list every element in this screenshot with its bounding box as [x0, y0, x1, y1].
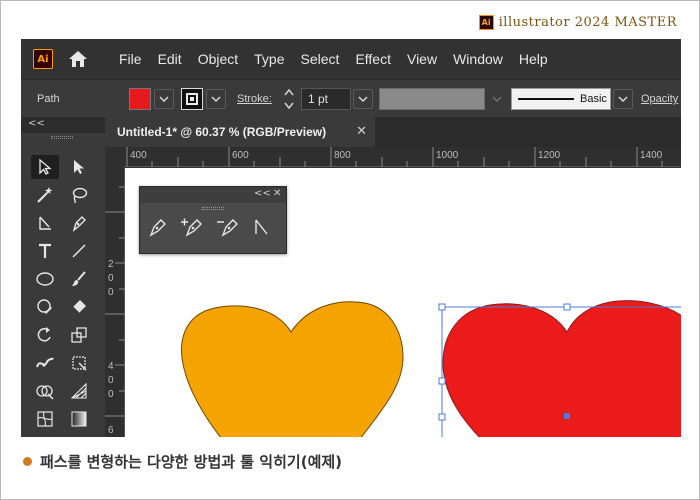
- home-icon[interactable]: [67, 48, 89, 70]
- mesh-tool-icon[interactable]: [31, 407, 59, 431]
- menu-object[interactable]: Object: [190, 51, 246, 67]
- brand-logo: Ai: [478, 15, 494, 30]
- ruler-label: 0: [108, 273, 114, 284]
- ruler-origin[interactable]: [105, 147, 125, 167]
- lasso-tool-icon[interactable]: [65, 183, 93, 207]
- fill-dropdown-chevron-icon[interactable]: [154, 89, 174, 109]
- menu-effect[interactable]: Effect: [347, 51, 399, 67]
- selection-type-label: Path: [37, 93, 60, 105]
- document-tab[interactable]: Untitled-1* @ 60.37 % (RGB/Preview) ✕: [105, 117, 375, 147]
- ruler-label: 0: [108, 287, 114, 298]
- orange-heart[interactable]: [181, 301, 404, 437]
- toolbox-header: <<: [21, 117, 105, 133]
- line-segment-tool-icon[interactable]: [65, 239, 93, 263]
- anchor-point-tool-icon[interactable]: [252, 217, 272, 241]
- ruler-label: 0: [108, 375, 114, 386]
- toolbox: <<: [21, 117, 105, 437]
- paintbrush-tool-icon[interactable]: [65, 267, 93, 291]
- toolbox-collapse-button[interactable]: <<: [28, 118, 45, 129]
- panel-grip: [202, 207, 224, 210]
- brand-header: Ai illustrator 2024 MASTER: [478, 15, 677, 30]
- variable-width-chevron-icon[interactable]: [487, 89, 507, 109]
- pen-tool-icon[interactable]: [65, 211, 93, 235]
- direct-selection-tool-icon[interactable]: [65, 155, 93, 179]
- close-tab-icon[interactable]: ✕: [356, 124, 367, 139]
- ruler-label: 6: [108, 425, 114, 436]
- stroke-stepper[interactable]: [283, 88, 297, 110]
- shaper-tool-icon[interactable]: [31, 295, 59, 319]
- brush-profile-chevron-icon[interactable]: [613, 89, 633, 109]
- free-transform-tool-icon[interactable]: [65, 351, 93, 375]
- brand-title: illustrator 2024 MASTER: [498, 15, 677, 30]
- menu-select[interactable]: Select: [293, 51, 348, 67]
- document-tab-title: Untitled-1* @ 60.37 % (RGB/Preview): [117, 125, 327, 139]
- ruler-label: 0: [108, 389, 114, 400]
- caption: 패스를 변형하는 다양한 방법과 툴 익히기(예제): [23, 451, 342, 472]
- shape-builder-tool-icon[interactable]: [31, 379, 59, 403]
- anchor-point-tool-icon[interactable]: [31, 211, 59, 235]
- panel-header[interactable]: << ✕: [140, 187, 286, 203]
- menu-file[interactable]: File: [111, 51, 150, 67]
- stroke-dropdown-chevron-icon[interactable]: [206, 89, 226, 109]
- opacity-label[interactable]: Opacity: [641, 93, 678, 105]
- menu-window[interactable]: Window: [445, 51, 511, 67]
- menu-type[interactable]: Type: [246, 51, 292, 67]
- toolbox-grip: [51, 136, 73, 139]
- ruler-label: 800: [334, 150, 351, 161]
- stepper-up-icon[interactable]: [283, 88, 295, 96]
- page-frame: Ai illustrator 2024 MASTER Ai File Edit …: [0, 0, 700, 500]
- red-heart[interactable]: [442, 300, 681, 437]
- selection-tool-icon[interactable]: [31, 155, 59, 179]
- illustrator-window: Ai File Edit Object Type Select Effect V…: [21, 39, 681, 437]
- menu-bar: Ai File Edit Object Type Select Effect V…: [21, 39, 681, 79]
- stroke-weight-chevron-icon[interactable]: [353, 89, 373, 109]
- pen-tool-icon[interactable]: [148, 217, 170, 241]
- perspective-grid-tool-icon[interactable]: [65, 379, 93, 403]
- stroke-weight-field[interactable]: 1 pt: [301, 88, 351, 110]
- add-anchor-point-tool-icon[interactable]: [180, 217, 206, 241]
- ruler-label: 2: [108, 259, 114, 270]
- brush-profile-label: Basic: [580, 93, 607, 105]
- scale-tool-icon[interactable]: [65, 323, 93, 347]
- type-tool-icon[interactable]: [31, 239, 59, 263]
- panel-close-button[interactable]: ✕: [273, 188, 281, 199]
- ruler-label: 1400: [640, 150, 663, 161]
- ruler-label: 1000: [436, 150, 459, 161]
- bullet-icon: [23, 457, 32, 466]
- panel-collapse-button[interactable]: <<: [254, 188, 271, 199]
- caption-text: 패스를 변형하는 다양한 방법과 툴 익히기(예제): [40, 453, 343, 471]
- eraser-tool-icon[interactable]: [65, 295, 93, 319]
- width-tool-icon[interactable]: [31, 351, 59, 375]
- ruler-label: 400: [130, 150, 147, 161]
- brush-profile-field[interactable]: Basic: [511, 88, 611, 110]
- stroke-swatch[interactable]: [181, 88, 203, 110]
- ruler-label: 1200: [538, 150, 561, 161]
- menu-edit[interactable]: Edit: [150, 51, 190, 67]
- pen-tools-floating-panel[interactable]: << ✕: [139, 186, 287, 254]
- magic-wand-tool-icon[interactable]: [31, 183, 59, 207]
- horizontal-ruler[interactable]: 400 600 800 1000 1200 1400: [125, 147, 681, 167]
- delete-anchor-point-tool-icon[interactable]: [216, 217, 242, 241]
- ai-logo: Ai: [33, 49, 53, 69]
- stroke-label[interactable]: Stroke:: [237, 93, 272, 105]
- menu-view[interactable]: View: [399, 51, 445, 67]
- stroke-preview-line: [518, 98, 574, 100]
- document-tab-bar: Untitled-1* @ 60.37 % (RGB/Preview) ✕: [105, 117, 681, 147]
- vertical-ruler[interactable]: 2 0 0 4 0 0 6: [105, 167, 125, 437]
- gradient-tool-icon[interactable]: [65, 407, 93, 431]
- stepper-down-icon[interactable]: [283, 102, 295, 110]
- fill-swatch[interactable]: [129, 88, 151, 110]
- ruler-label: 4: [108, 361, 114, 372]
- ellipse-tool-icon[interactable]: [31, 267, 59, 291]
- menu-help[interactable]: Help: [511, 51, 556, 67]
- rotate-tool-icon[interactable]: [31, 323, 59, 347]
- ruler-label: 600: [232, 150, 249, 161]
- horizontal-ruler-ticks: [126, 147, 663, 167]
- variable-width-field[interactable]: [379, 88, 485, 110]
- control-bar: Path Stroke: 1 pt Basic Opacity: [21, 79, 681, 117]
